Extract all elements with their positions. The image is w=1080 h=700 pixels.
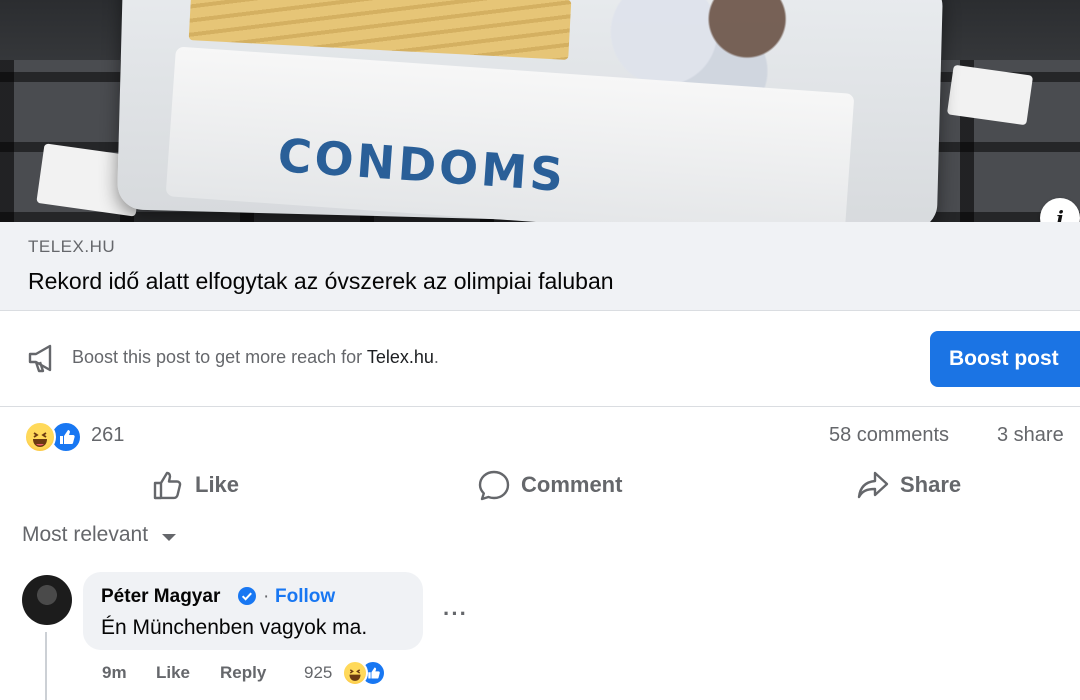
share-icon [857, 471, 889, 499]
comment-text: Én Münchenben vagyok ma. [101, 616, 368, 639]
comment-button[interactable]: Comment [477, 468, 622, 502]
comment-reaction-count[interactable]: 925 [304, 663, 332, 683]
separator-dot: · [263, 586, 270, 607]
haha-emoji-icon [24, 421, 56, 453]
megaphone-icon [28, 344, 52, 373]
follow-link[interactable]: Follow [275, 586, 335, 608]
thumbs-up-icon [153, 471, 182, 500]
thread-line [45, 632, 47, 700]
action-bar: Like Comment Share [0, 460, 1080, 510]
commenter-name[interactable]: Péter Magyar [101, 586, 220, 608]
link-title[interactable]: Rekord idő alatt elfogytak az óvszerek a… [28, 268, 614, 295]
like-button[interactable]: Like [151, 468, 239, 502]
boost-post-button[interactable]: Boost post [930, 331, 1080, 387]
comment-label: Comment [521, 472, 623, 497]
chevron-down-icon [162, 533, 177, 541]
comment-time[interactable]: 9m [102, 663, 127, 683]
comment-icon [478, 470, 510, 501]
avatar[interactable] [22, 575, 72, 625]
boost-row: Boost this post to get more reach for Te… [0, 311, 1080, 407]
comments-count[interactable]: 58 comments [829, 424, 949, 447]
comment-reply-link[interactable]: Reply [220, 663, 266, 683]
more-options-icon[interactable]: ··· [443, 601, 468, 627]
sort-label: Most relevant [22, 523, 149, 546]
boost-prompt-end: . [433, 347, 439, 367]
share-button[interactable]: Share [856, 468, 961, 502]
link-domain: TELEX.HU [28, 237, 116, 256]
reaction-count[interactable]: 261 [91, 424, 124, 447]
comment-reaction-icons[interactable] [342, 659, 402, 689]
link-preview[interactable]: TELEX.HU Rekord idő alatt elfogytak az ó… [0, 222, 1080, 311]
reactions-summary: 261 58 comments 3 share [0, 418, 1080, 454]
like-label: Like [195, 472, 240, 497]
share-label: Share [900, 472, 962, 497]
comment-bubble: Péter Magyar · Follow Én Münchenben vagy… [83, 572, 423, 650]
verified-badge-icon [238, 587, 256, 605]
haha-emoji-icon [342, 660, 368, 686]
boost-prompt-text: Boost this post to get more reach for [72, 347, 363, 367]
boost-prompt: Boost this post to get more reach for Te… [72, 347, 439, 368]
shares-count[interactable]: 3 share [997, 424, 1064, 447]
comment-sort-dropdown[interactable]: Most relevant [22, 523, 177, 547]
reaction-icons[interactable] [24, 420, 82, 453]
boost-page-name[interactable]: Telex.hu [367, 347, 434, 367]
comment-like-link[interactable]: Like [156, 663, 190, 683]
post-image[interactable]: CONDOMS [0, 0, 1080, 222]
